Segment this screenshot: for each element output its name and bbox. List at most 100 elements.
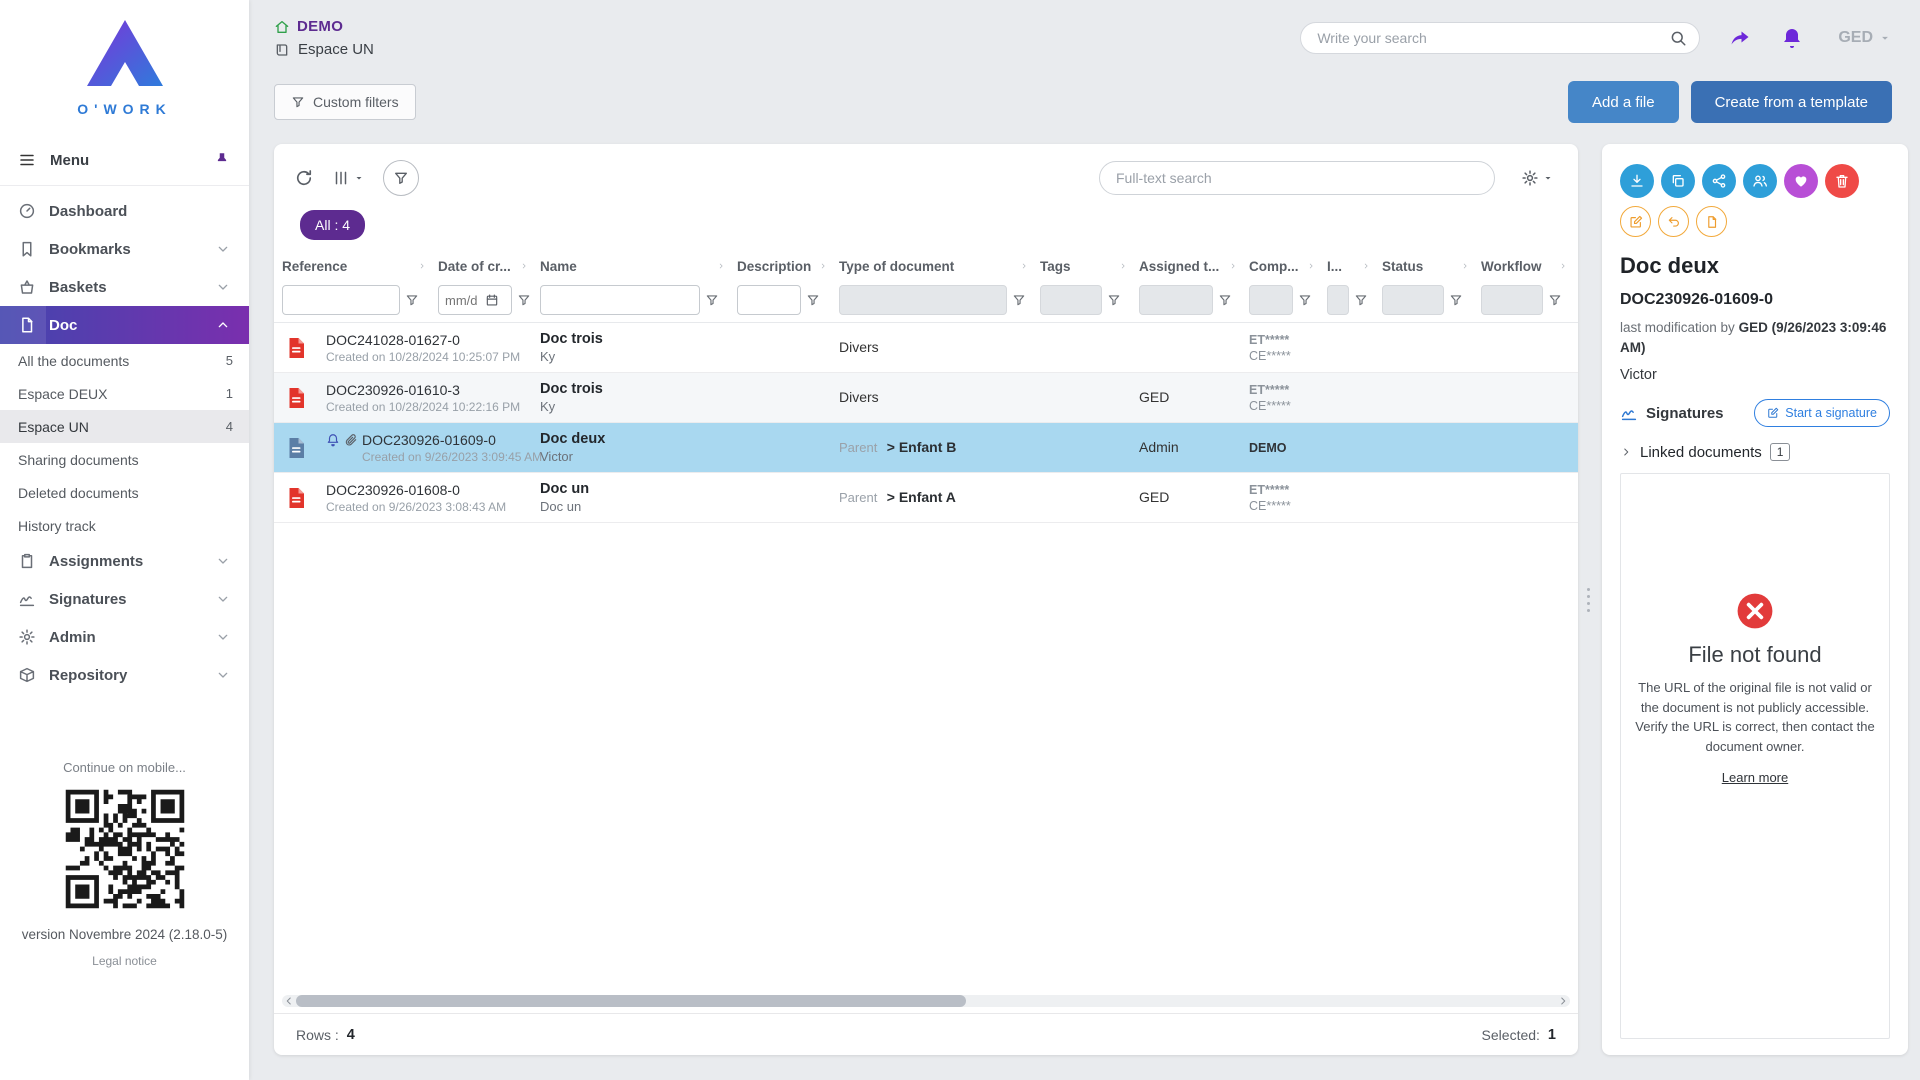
column-header-date[interactable]: Date of cr... (430, 259, 532, 274)
duplicate-button[interactable] (1661, 164, 1695, 198)
column-header-reference[interactable]: Reference (274, 259, 430, 274)
column-header-tags[interactable]: Tags (1032, 259, 1131, 274)
favorite-button[interactable] (1784, 164, 1818, 198)
horizontal-scrollbar[interactable] (282, 995, 1570, 1007)
table-filter-button[interactable] (383, 160, 419, 196)
column-header-assigned[interactable]: Assigned t... (1131, 259, 1241, 274)
filter-name-input[interactable] (540, 285, 700, 315)
filter-funnel-icon[interactable] (1298, 293, 1312, 307)
column-header-type[interactable]: Type of document (831, 259, 1032, 274)
sidebar-item-assignments[interactable]: Assignments (0, 542, 249, 580)
divider (0, 185, 249, 186)
refresh-button[interactable] (294, 168, 314, 188)
column-header-y[interactable]: Y (1571, 259, 1578, 274)
sidebar-item-admin[interactable]: Admin (0, 618, 249, 656)
filter-funnel-icon[interactable] (1548, 293, 1562, 307)
chevron-down-icon (215, 591, 231, 607)
download-button[interactable] (1620, 164, 1654, 198)
table-settings-button[interactable] (1521, 169, 1554, 187)
share-button[interactable] (1702, 164, 1736, 198)
row-created-date: Created on 10/28/2024 10:25:07 PM (326, 350, 430, 364)
alert-bell-icon (326, 433, 340, 447)
learn-more-link[interactable]: Learn more (1722, 770, 1788, 785)
custom-filters-button[interactable]: Custom filters (274, 84, 416, 120)
scroll-right-arrow[interactable] (1556, 995, 1570, 1007)
add-file-button[interactable]: Add a file (1568, 81, 1679, 123)
filter-funnel-icon[interactable] (1107, 293, 1121, 307)
scrollbar-thumb[interactable] (296, 995, 966, 1007)
sidebar-item-espace-un[interactable]: Espace UN 4 (0, 410, 249, 443)
filter-tags-input[interactable] (1040, 285, 1102, 315)
filter-funnel-icon[interactable] (405, 293, 419, 307)
edit-button[interactable] (1620, 206, 1651, 237)
global-search-input[interactable] (1317, 30, 1669, 46)
filter-date-input[interactable] (445, 293, 483, 308)
filter-funnel-icon[interactable] (806, 293, 820, 307)
filter-reference-input[interactable] (282, 285, 400, 315)
filter-funnel-icon[interactable] (1218, 293, 1232, 307)
column-header-description[interactable]: Description (729, 259, 831, 274)
sidebar-item-deleted-documents[interactable]: Deleted documents (0, 476, 249, 509)
start-signature-button[interactable]: Start a signature (1754, 399, 1890, 427)
filter-funnel-icon[interactable] (1012, 293, 1026, 307)
sidebar-item-history-track[interactable]: History track (0, 509, 249, 542)
breadcrumb-root[interactable]: DEMO (274, 18, 374, 35)
column-header-workflow[interactable]: Workflow (1473, 259, 1571, 274)
file-version-button[interactable] (1696, 206, 1727, 237)
filter-funnel-icon[interactable] (1449, 293, 1463, 307)
row-type: Divers (839, 339, 879, 355)
linked-documents-toggle[interactable]: Linked documents 1 (1620, 443, 1890, 461)
table-row[interactable]: DOC230926-01610-3 Created on 10/28/2024 … (274, 373, 1578, 423)
create-from-template-button[interactable]: Create from a template (1691, 81, 1892, 123)
filter-type-input[interactable] (839, 285, 1007, 315)
sidebar-item-doc[interactable]: Doc (0, 306, 249, 344)
filter-status-input[interactable] (1382, 285, 1444, 315)
breadcrumb-space[interactable]: Espace UN (274, 41, 374, 58)
fulltext-search-input[interactable] (1099, 161, 1495, 195)
filter-assigned-input[interactable] (1139, 285, 1213, 315)
filter-funnel-icon[interactable] (705, 293, 719, 307)
sidebar-item-baskets[interactable]: Baskets (0, 268, 249, 306)
filter-funnel-icon[interactable] (517, 293, 531, 307)
panel-resize-handle[interactable] (1587, 588, 1590, 612)
column-header-company[interactable]: Comp... (1241, 259, 1319, 274)
download-icon (1629, 173, 1645, 189)
sidebar-item-all-documents[interactable]: All the documents 5 (0, 344, 249, 377)
table-row[interactable]: DOC241028-01627-0 Created on 10/28/2024 … (274, 323, 1578, 373)
sidebar-item-sharing-documents[interactable]: Sharing documents (0, 443, 249, 476)
filter-date-field[interactable] (438, 285, 512, 315)
assign-users-button[interactable] (1743, 164, 1777, 198)
sidebar-item-repository[interactable]: Repository (0, 656, 249, 694)
return-button[interactable] (1658, 206, 1689, 237)
share-forward-icon[interactable] (1728, 26, 1752, 50)
filter-company-input[interactable] (1249, 285, 1293, 315)
row-type: > Enfant A (887, 489, 956, 505)
user-menu[interactable]: GED (1838, 29, 1892, 47)
chevron-up-icon (215, 317, 231, 333)
column-header-status[interactable]: Status (1374, 259, 1473, 274)
filter-funnel-icon[interactable] (1354, 293, 1368, 307)
table-row[interactable]: DOC230926-01608-0 Created on 9/26/2023 3… (274, 473, 1578, 523)
calendar-icon[interactable] (485, 293, 499, 307)
sidebar-item-espace-deux[interactable]: Espace DEUX 1 (0, 377, 249, 410)
pin-icon[interactable] (213, 151, 231, 169)
columns-button[interactable] (332, 169, 365, 187)
table-row-selected[interactable]: DOC230926-01609-0 Created on 9/26/2023 3… (274, 423, 1578, 473)
legal-notice-link[interactable]: Legal notice (0, 954, 249, 968)
sidebar-menu-toggle[interactable]: Menu (0, 139, 249, 181)
column-header-name[interactable]: Name (532, 259, 729, 274)
filter-workflow-input[interactable] (1481, 285, 1543, 315)
search-icon[interactable] (1669, 29, 1687, 47)
row-type: Divers (839, 389, 879, 405)
sidebar-item-dashboard[interactable]: Dashboard (0, 192, 249, 230)
filter-description-input[interactable] (737, 285, 801, 315)
tab-all-documents[interactable]: All : 4 (300, 210, 365, 240)
sidebar-item-bookmarks[interactable]: Bookmarks (0, 230, 249, 268)
row-type: > Enfant B (887, 439, 957, 455)
delete-button[interactable] (1825, 164, 1859, 198)
notifications-bell-icon[interactable] (1780, 26, 1804, 50)
scroll-left-arrow[interactable] (282, 995, 296, 1007)
sidebar-item-signatures[interactable]: Signatures (0, 580, 249, 618)
filter-i-input[interactable] (1327, 285, 1349, 315)
column-header-i[interactable]: I... (1319, 259, 1374, 274)
